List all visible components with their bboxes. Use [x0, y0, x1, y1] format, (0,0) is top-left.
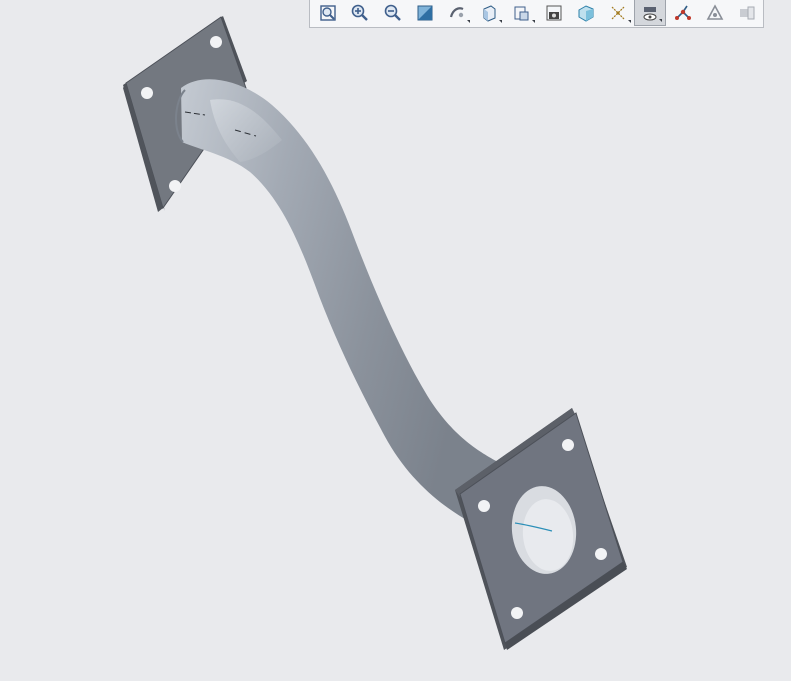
annotation-display-icon — [640, 3, 660, 23]
dropdown-caret-icon[interactable] — [628, 20, 632, 23]
display-style-icon — [479, 3, 499, 23]
perspective-view-icon — [576, 3, 596, 23]
appearance-icon — [737, 3, 757, 23]
zoom-out-button[interactable] — [376, 0, 408, 26]
display-style-button[interactable] — [473, 0, 505, 26]
spin-center-button[interactable] — [441, 0, 473, 26]
graphics-viewport[interactable] — [0, 0, 791, 681]
simplified-rep-button[interactable] — [699, 0, 731, 26]
zoom-in-icon — [350, 3, 370, 23]
appearance-button[interactable] — [731, 0, 763, 26]
bolt-hole — [210, 36, 222, 48]
repaint-button[interactable] — [409, 0, 441, 26]
view-manager-button[interactable] — [538, 0, 570, 26]
perspective-button[interactable] — [570, 0, 602, 26]
datum-display-filters-icon — [608, 3, 628, 23]
dropdown-caret-icon[interactable] — [531, 20, 535, 23]
bottom-flange[interactable] — [455, 408, 627, 650]
repaint-icon — [415, 3, 435, 23]
simplified-rep-icon — [705, 3, 725, 23]
dropdown-caret-icon[interactable] — [499, 20, 503, 23]
bolt-hole — [562, 439, 574, 451]
bent-pipe-part[interactable] — [123, 16, 627, 650]
saved-orientations-button[interactable] — [505, 0, 537, 26]
zoom-fit-icon — [318, 3, 338, 23]
zoom-in-button[interactable] — [344, 0, 376, 26]
bolt-hole — [169, 180, 181, 192]
view-manager-icon — [544, 3, 564, 23]
bolt-hole — [595, 548, 607, 560]
dropdown-caret-icon[interactable] — [659, 19, 663, 22]
datum-display-button[interactable] — [602, 0, 634, 26]
view-toolbar — [309, 0, 764, 28]
bolt-hole — [478, 500, 490, 512]
bolt-hole — [511, 607, 523, 619]
refit-button[interactable] — [312, 0, 344, 26]
annotation-display-button[interactable] — [634, 0, 667, 26]
bolt-hole — [141, 87, 153, 99]
points-display-button[interactable] — [666, 0, 698, 26]
spin-center-icon — [447, 3, 467, 23]
points-display-icon — [673, 3, 693, 23]
dropdown-caret-icon[interactable] — [467, 20, 471, 23]
zoom-out-icon — [383, 3, 403, 23]
saved-orientations-icon — [511, 3, 531, 23]
